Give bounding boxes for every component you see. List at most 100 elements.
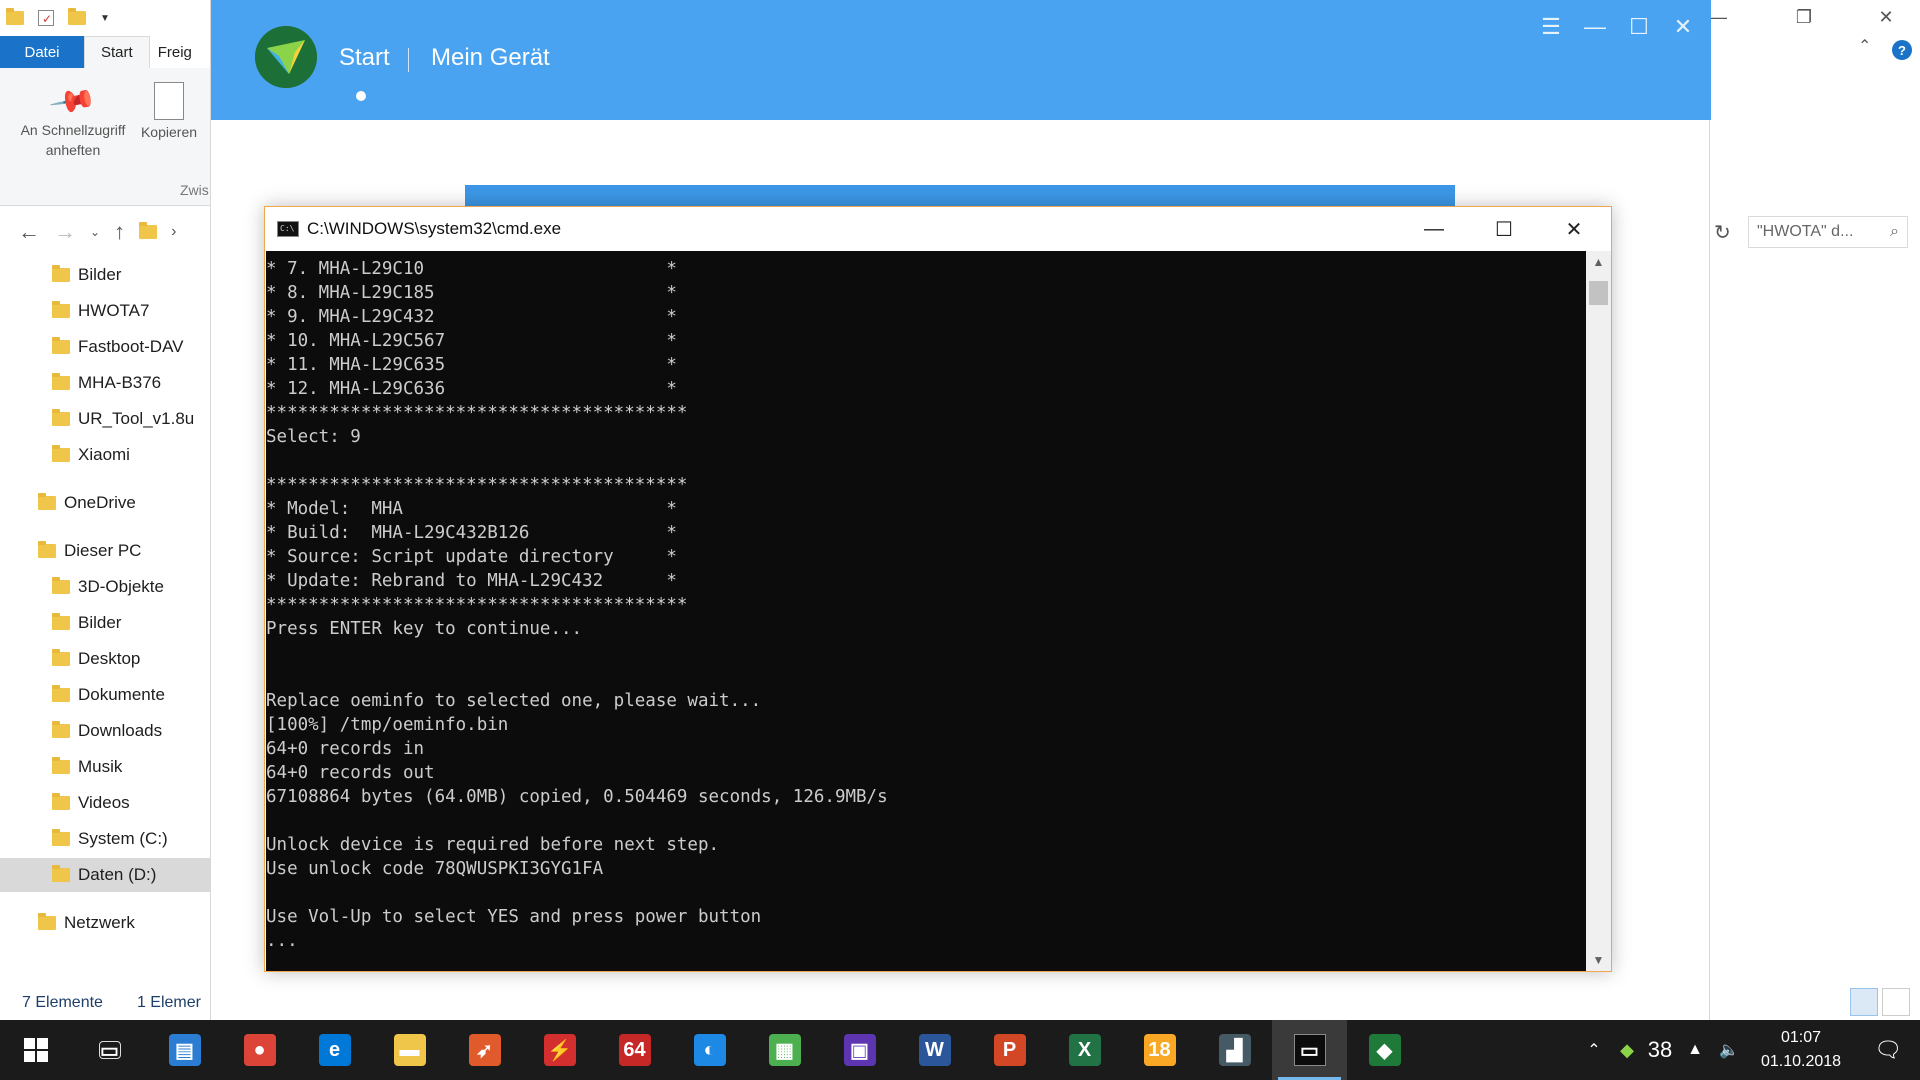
pin-quick-access-button[interactable]: 📌 An Schnellzugriff anheften [8, 77, 138, 160]
taskbar-app-flash-app[interactable]: ⚡ [522, 1020, 597, 1080]
taskbar-app-edge[interactable]: e [297, 1020, 372, 1080]
scroll-thumb[interactable] [1589, 281, 1608, 305]
cmd-close-button[interactable]: ✕ [1539, 207, 1609, 251]
details-view-icon[interactable] [1850, 988, 1878, 1016]
nav-tree-item[interactable]: Downloads [0, 714, 210, 748]
cmd-scrollbar[interactable]: ▲ ▼ [1586, 251, 1611, 971]
cmd-console-output[interactable]: * 7. MHA-L29C10 * * 8. MHA-L29C185 * * 9. … [266, 251, 1586, 971]
nav-tree-item[interactable]: Netzwerk [0, 906, 210, 940]
nav-tree-item[interactable]: Desktop [0, 642, 210, 676]
volume-icon[interactable]: 🔈 [1712, 1040, 1746, 1060]
new-folder-icon[interactable] [68, 8, 86, 25]
nav-tree-item[interactable]: Dieser PC [0, 534, 210, 568]
cmd-app-icon: C:\ [277, 221, 299, 237]
nav-tree-item[interactable]: UR_Tool_v1.8u [0, 402, 210, 436]
taskbar-app-gpu-app[interactable]: ▦ [747, 1020, 822, 1080]
taskbar-app-aida64[interactable]: 64 [597, 1020, 672, 1080]
nav-tree-item[interactable]: HWOTA7 [0, 294, 210, 328]
taskbar-app-chrome[interactable]: ● [222, 1020, 297, 1080]
ribbon-collapse-icon[interactable]: ⌃ [1858, 36, 1871, 56]
nav-tree-item[interactable]: Bilder [0, 258, 210, 292]
app-minimize-button[interactable]: — [1577, 14, 1613, 40]
nav-my-device[interactable]: Mein Gerät [431, 44, 550, 72]
back-arrow-icon[interactable]: ← [18, 219, 40, 245]
cmd-maximize-button[interactable]: ☐ [1469, 207, 1539, 251]
explorer-restore-button[interactable]: ❐ [1776, 0, 1832, 34]
nav-tree-label: System (C:) [78, 829, 168, 848]
clock[interactable]: 01:07 01.10.2018 [1746, 1026, 1856, 1074]
scroll-down-icon[interactable]: ▼ [1586, 949, 1611, 971]
folder-icon [52, 829, 70, 846]
tab-start[interactable]: Start [84, 36, 150, 68]
app-header: Start Mein Gerät ☰ — ☐ ✕ [211, 0, 1711, 120]
up-arrow-icon[interactable]: ↑ [114, 219, 125, 245]
nav-tree-item[interactable]: Dokumente [0, 678, 210, 712]
taskbar-app-word[interactable]: W [897, 1020, 972, 1080]
explorer-close-button[interactable]: ✕ [1858, 0, 1914, 34]
recent-chevron-icon[interactable]: ⌄ [90, 225, 100, 239]
nav-tree-item[interactable]: OneDrive [0, 486, 210, 520]
console-line: * 10. MHA-L29C567 * [266, 331, 677, 351]
breadcrumb-chevron-icon[interactable]: › [171, 223, 176, 241]
nav-tree-label: Musik [78, 757, 123, 776]
nav-tree-label: Dieser PC [64, 541, 142, 560]
console-line: * Update: Rebrand to MHA-L29C432 * [266, 571, 677, 591]
app-close-button[interactable]: ✕ [1665, 14, 1701, 40]
nav-tree-item[interactable]: Daten (D:) [0, 858, 210, 892]
properties-icon[interactable]: ✓ [38, 10, 54, 26]
nav-start[interactable]: Start [339, 44, 390, 72]
cmd-titlebar[interactable]: C:\ C:\WINDOWS\system32\cmd.exe — ☐ ✕ [265, 207, 1611, 251]
tray-number[interactable]: 38 [1642, 1037, 1678, 1063]
notification-icon[interactable]: 🗨 [1856, 1037, 1920, 1063]
tab-datei[interactable]: Datei [0, 36, 84, 68]
cmd-minimize-button[interactable]: — [1399, 207, 1469, 251]
nav-tree-item[interactable]: 3D-Objekte [0, 570, 210, 604]
nav-tree-item[interactable]: Videos [0, 786, 210, 820]
taskbar-app-cpu-app[interactable]: ▣ [822, 1020, 897, 1080]
nav-tree-item[interactable]: Fastboot-DAV [0, 330, 210, 364]
tray-expand-icon[interactable]: ⌃ [1576, 1040, 1612, 1060]
scroll-up-icon[interactable]: ▲ [1586, 251, 1611, 273]
nav-tree-item[interactable]: Musik [0, 750, 210, 784]
nav-tree-item[interactable]: MHA-B376 [0, 366, 210, 400]
system-tray: ⌃ ◆ 38 ▲ 🔈 01:07 01.10.2018 🗨 [1576, 1020, 1920, 1080]
tiles-view-icon[interactable] [1882, 988, 1910, 1016]
taskbar-app-excel[interactable]: X [1047, 1020, 1122, 1080]
taskbar-app-benchmark-app[interactable]: ▟ [1197, 1020, 1272, 1080]
file-explorer-icon: ▬ [393, 1034, 426, 1066]
app-maximize-button[interactable]: ☐ [1621, 14, 1657, 40]
folder-icon[interactable] [6, 8, 24, 25]
start-button[interactable] [0, 1020, 72, 1080]
menu-icon[interactable]: ☰ [1533, 14, 1569, 40]
tray-hisuite-icon[interactable]: ◆ [1612, 1040, 1642, 1061]
refresh-icon[interactable]: ↻ [1714, 220, 1731, 245]
taskbar-app-command-prompt[interactable]: ▭ [1272, 1020, 1347, 1080]
tab-freigeben[interactable]: Freig [150, 36, 200, 68]
taskbar-app-rocket-app[interactable]: ➶ [447, 1020, 522, 1080]
forward-arrow-icon[interactable]: → [54, 219, 76, 245]
folder-icon [52, 265, 70, 282]
taskbar-app-powerpoint[interactable]: P [972, 1020, 1047, 1080]
nav-tree-item[interactable]: Xiaomi [0, 438, 210, 472]
chrome-icon: ● [243, 1034, 276, 1066]
navigation-tree: Bilder HWOTA7 Fastboot-DAV MHA-B376 UR_Tool_… [0, 258, 210, 978]
nav-tree-item[interactable]: System (C:) [0, 822, 210, 856]
taskbar-app-hisuite[interactable]: ◆ [1347, 1020, 1422, 1080]
chevron-down-icon[interactable]: ▼ [100, 13, 110, 24]
active-nav-indicator [356, 91, 366, 101]
tray-network-icon[interactable]: ▲ [1678, 1041, 1712, 1059]
view-mode-buttons [1850, 988, 1914, 1018]
taskbar-app-task-view[interactable]: ▭ [72, 1020, 147, 1080]
taskbar-app-file-explorer[interactable]: ▬ [372, 1020, 447, 1080]
taskbar-app-app-18[interactable]: 18 [1122, 1020, 1197, 1080]
item-count: 7 Elemente [22, 994, 103, 1011]
nav-tree-item[interactable]: Bilder [0, 606, 210, 640]
console-line: Replace oeminfo to selected one, please … [266, 691, 762, 711]
taskbar-app-browser-app[interactable]: ◐ [672, 1020, 747, 1080]
copy-button[interactable]: Kopieren [134, 82, 204, 142]
help-icon[interactable]: ? [1892, 40, 1912, 60]
taskbar-app-outlook[interactable]: ▤ [147, 1020, 222, 1080]
search-input[interactable]: "HWOTA" d... ⌕ [1748, 216, 1908, 248]
